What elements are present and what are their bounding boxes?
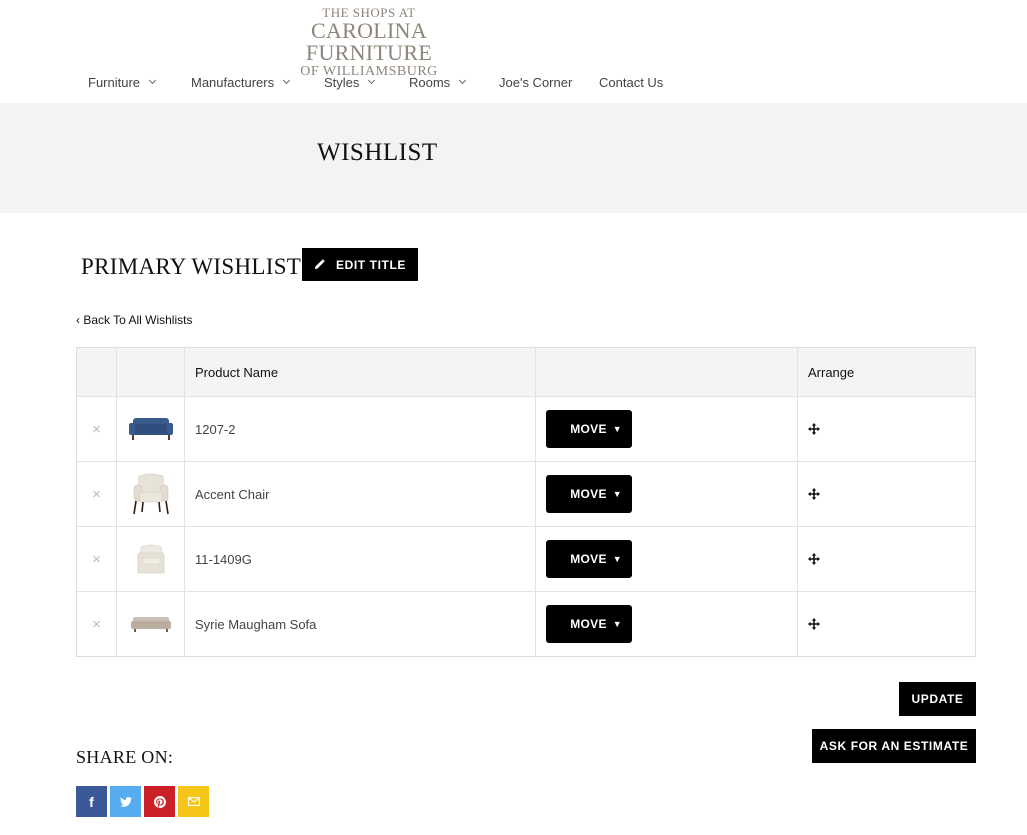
header-cell-image — [116, 348, 184, 396]
move-button[interactable]: MOVE ▼ — [546, 475, 632, 513]
drag-handle-icon[interactable] — [808, 618, 820, 630]
move-button[interactable]: MOVE ▼ — [546, 410, 632, 448]
header-product-name: Product Name — [184, 348, 535, 396]
product-thumbnail[interactable] — [116, 592, 184, 656]
move-button[interactable]: MOVE ▼ — [546, 605, 632, 643]
move-cell: MOVE ▼ — [535, 592, 797, 656]
table-header-row: Product Name Arrange — [77, 348, 975, 396]
product-name[interactable]: 11-1409G — [184, 527, 535, 591]
site-logo[interactable]: THE SHOPS AT CAROLINA FURNITURE OF WILLI… — [262, 4, 476, 79]
drag-handle-icon[interactable] — [808, 423, 820, 435]
table-row: × 1207-2 MOVE ▼ — [77, 396, 975, 461]
caret-down-icon: ▼ — [612, 489, 622, 499]
nav-label: Joe's Corner — [499, 75, 573, 90]
move-cell: MOVE ▼ — [535, 527, 797, 591]
share-title: SHARE ON: — [76, 747, 174, 767]
accent-chair-image — [132, 473, 169, 515]
wishlist-title: PRIMARY WISHLIST — [81, 254, 302, 279]
back-to-wishlists-link[interactable]: ‹ Back To All Wishlists — [76, 313, 192, 327]
blue-sofa-image — [128, 418, 173, 440]
edit-title-button[interactable]: EDIT TITLE — [302, 248, 418, 281]
page-title: WISHLIST — [317, 139, 438, 166]
remove-icon[interactable]: × — [92, 486, 101, 503]
chevron-down-icon — [148, 76, 157, 85]
caret-down-icon: ▼ — [612, 424, 622, 434]
arrange-cell — [797, 462, 975, 526]
twitter-icon[interactable] — [110, 786, 141, 817]
move-label: MOVE — [570, 487, 607, 501]
remove-cell: × — [77, 592, 116, 656]
nav-label: Manufacturers — [191, 75, 275, 90]
remove-cell: × — [77, 397, 116, 461]
drag-handle-icon[interactable] — [808, 488, 820, 500]
email-icon[interactable] — [178, 786, 209, 817]
header-arrange: Arrange — [797, 348, 975, 396]
page-banner: WISHLIST — [0, 103, 1027, 213]
product-thumbnail[interactable] — [116, 462, 184, 526]
update-button[interactable]: UPDATE — [899, 682, 976, 716]
move-label: MOVE — [570, 422, 607, 436]
caret-down-icon: ▼ — [612, 619, 622, 629]
edit-title-label: EDIT TITLE — [336, 257, 406, 272]
nav-label: Contact Us — [599, 75, 664, 90]
nav-item-joes-corner[interactable]: Joe's Corner — [499, 75, 572, 90]
product-name[interactable]: 1207-2 — [184, 397, 535, 461]
main-nav: Furniture Manufacturers Styles Rooms Joe… — [0, 75, 1027, 93]
nav-item-styles[interactable]: Styles — [324, 75, 376, 90]
arrange-cell — [797, 527, 975, 591]
arrange-cell — [797, 397, 975, 461]
facebook-icon[interactable]: f — [76, 786, 107, 817]
move-cell: MOVE ▼ — [535, 462, 797, 526]
nav-item-contact-us[interactable]: Contact Us — [599, 75, 663, 90]
move-label: MOVE — [570, 617, 607, 631]
nav-item-furniture[interactable]: Furniture — [88, 75, 157, 90]
share-icons: f — [76, 786, 209, 817]
nav-item-rooms[interactable]: Rooms — [409, 75, 467, 90]
ask-for-estimate-button[interactable]: ASK FOR AN ESTIMATE — [812, 729, 976, 763]
wishlist-table: Product Name Arrange × 1207-2 MOVE ▼ × A… — [76, 347, 976, 657]
header-cell-move — [535, 348, 797, 396]
arrange-cell — [797, 592, 975, 656]
product-thumbnail[interactable] — [116, 397, 184, 461]
header-cell-remove — [77, 348, 116, 396]
remove-cell: × — [77, 527, 116, 591]
drag-handle-icon[interactable] — [808, 553, 820, 565]
table-row: × 11-1409G MOVE ▼ — [77, 526, 975, 591]
nav-label: Styles — [324, 75, 360, 90]
table-row: × Syrie Maugham Sofa MOVE ▼ — [77, 591, 975, 656]
move-cell: MOVE ▼ — [535, 397, 797, 461]
beige-sofa-image — [130, 617, 171, 632]
product-name[interactable]: Syrie Maugham Sofa — [184, 592, 535, 656]
caret-down-icon: ▼ — [612, 554, 622, 564]
nav-label: Furniture — [88, 75, 141, 90]
remove-icon[interactable]: × — [92, 616, 101, 633]
nav-label: Rooms — [409, 75, 451, 90]
logo-line-2: CAROLINA FURNITURE — [305, 18, 433, 65]
remove-icon[interactable]: × — [92, 421, 101, 438]
slipcover-chair-image — [137, 544, 164, 574]
chevron-down-icon — [283, 76, 291, 85]
remove-icon[interactable]: × — [92, 551, 101, 568]
move-label: MOVE — [570, 552, 607, 566]
pinterest-icon[interactable] — [144, 786, 175, 817]
product-thumbnail[interactable] — [116, 527, 184, 591]
move-button[interactable]: MOVE ▼ — [546, 540, 632, 578]
table-row: × Accent Chair MOVE ▼ — [77, 461, 975, 526]
pencil-icon — [314, 259, 325, 270]
nav-item-manufacturers[interactable]: Manufacturers — [191, 75, 291, 90]
chevron-down-icon — [368, 76, 376, 85]
product-name[interactable]: Accent Chair — [184, 462, 535, 526]
remove-cell: × — [77, 462, 116, 526]
chevron-down-icon — [459, 76, 467, 85]
